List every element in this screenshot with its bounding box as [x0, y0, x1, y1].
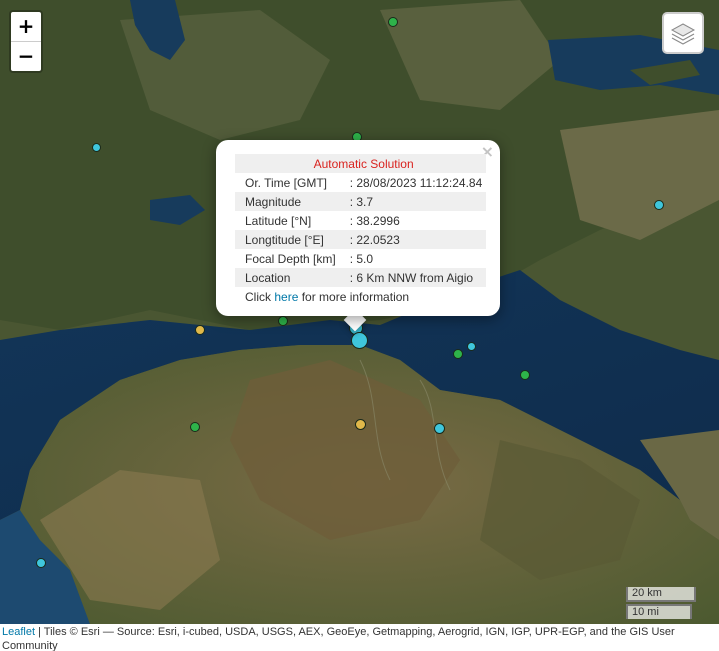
- more-info-link[interactable]: here: [274, 290, 298, 304]
- earthquake-marker[interactable]: [278, 316, 288, 326]
- zoom-out-button[interactable]: −: [11, 41, 41, 71]
- popup-title: Automatic Solution: [235, 154, 487, 173]
- earthquake-marker[interactable]: [195, 325, 205, 335]
- popup-footer-prefix: Click: [245, 289, 275, 304]
- popup-row-value: : 6 Km NNW from Aigio: [339, 268, 487, 287]
- popup-row-value: : 3.7: [339, 192, 487, 211]
- popup-row-label: Latitude [°N]: [245, 213, 312, 228]
- popup-row-label: Focal Depth [km]: [245, 251, 336, 266]
- layers-button[interactable]: [662, 12, 704, 54]
- selected-earthquake-marker[interactable]: [351, 332, 368, 349]
- popup-row-value: : 38.2996: [349, 213, 400, 228]
- popup-footer-suffix: for more information: [298, 289, 410, 304]
- earthquake-marker[interactable]: [36, 558, 46, 568]
- popup-footer-row: Click here for more information: [235, 287, 486, 306]
- scale-mi: 10 mi: [626, 604, 692, 619]
- zoom-in-button[interactable]: +: [11, 12, 41, 41]
- popup-row-value: : 22.0523: [339, 230, 487, 249]
- popup-row-label: Or. Time [GMT]: [245, 175, 328, 190]
- earthquake-marker[interactable]: [388, 17, 398, 27]
- popup-row-value: : 5.0: [349, 251, 374, 266]
- popup-row: Longtitude [°E] : 22.0523: [235, 230, 487, 249]
- popup-row: Or. Time [GMT] : 28/08/2023 11:12:24.84: [235, 173, 486, 192]
- attribution-text: | Tiles © Esri — Source: Esri, i-cubed, …: [2, 626, 675, 651]
- earthquake-popup: × Automatic Solution Or. Time [GMT] : 28…: [216, 140, 500, 316]
- scale-bar: 20 km 10 mi: [626, 587, 696, 621]
- earthquake-marker[interactable]: [355, 419, 366, 430]
- popup-row: Location : 6 Km NNW from Aigio: [235, 268, 487, 287]
- popup-row-label: Magnitude: [235, 192, 340, 211]
- leaflet-link[interactable]: Leaflet: [2, 626, 35, 638]
- popup-row-value: : 28/08/2023 11:12:24.84: [349, 175, 483, 190]
- map-view[interactable]: + − × Automatic Solution Or. Time [GMT] …: [0, 0, 719, 624]
- popup-footer: Click here for more information: [235, 287, 486, 306]
- earthquake-marker[interactable]: [92, 143, 101, 152]
- earthquake-marker[interactable]: [654, 200, 664, 210]
- earthquake-marker[interactable]: [453, 349, 463, 359]
- scale-km: 20 km: [626, 587, 696, 602]
- zoom-control: + −: [9, 10, 43, 73]
- popup-row-label: Location: [235, 268, 340, 287]
- popup-row: Focal Depth [km] : 5.0: [235, 249, 486, 268]
- earthquake-marker[interactable]: [520, 370, 530, 380]
- earthquake-marker[interactable]: [434, 423, 445, 434]
- popup-row-label: Longtitude [°E]: [235, 230, 340, 249]
- map-attribution: Leaflet | Tiles © Esri — Source: Esri, i…: [0, 624, 719, 651]
- earthquake-marker[interactable]: [467, 342, 476, 351]
- popup-row: Magnitude : 3.7: [235, 192, 487, 211]
- popup-details-table: Automatic Solution Or. Time [GMT] : 28/0…: [235, 154, 487, 306]
- popup-row: Latitude [°N] : 38.2996: [235, 211, 486, 230]
- layers-icon: [670, 23, 696, 45]
- earthquake-marker[interactable]: [190, 422, 200, 432]
